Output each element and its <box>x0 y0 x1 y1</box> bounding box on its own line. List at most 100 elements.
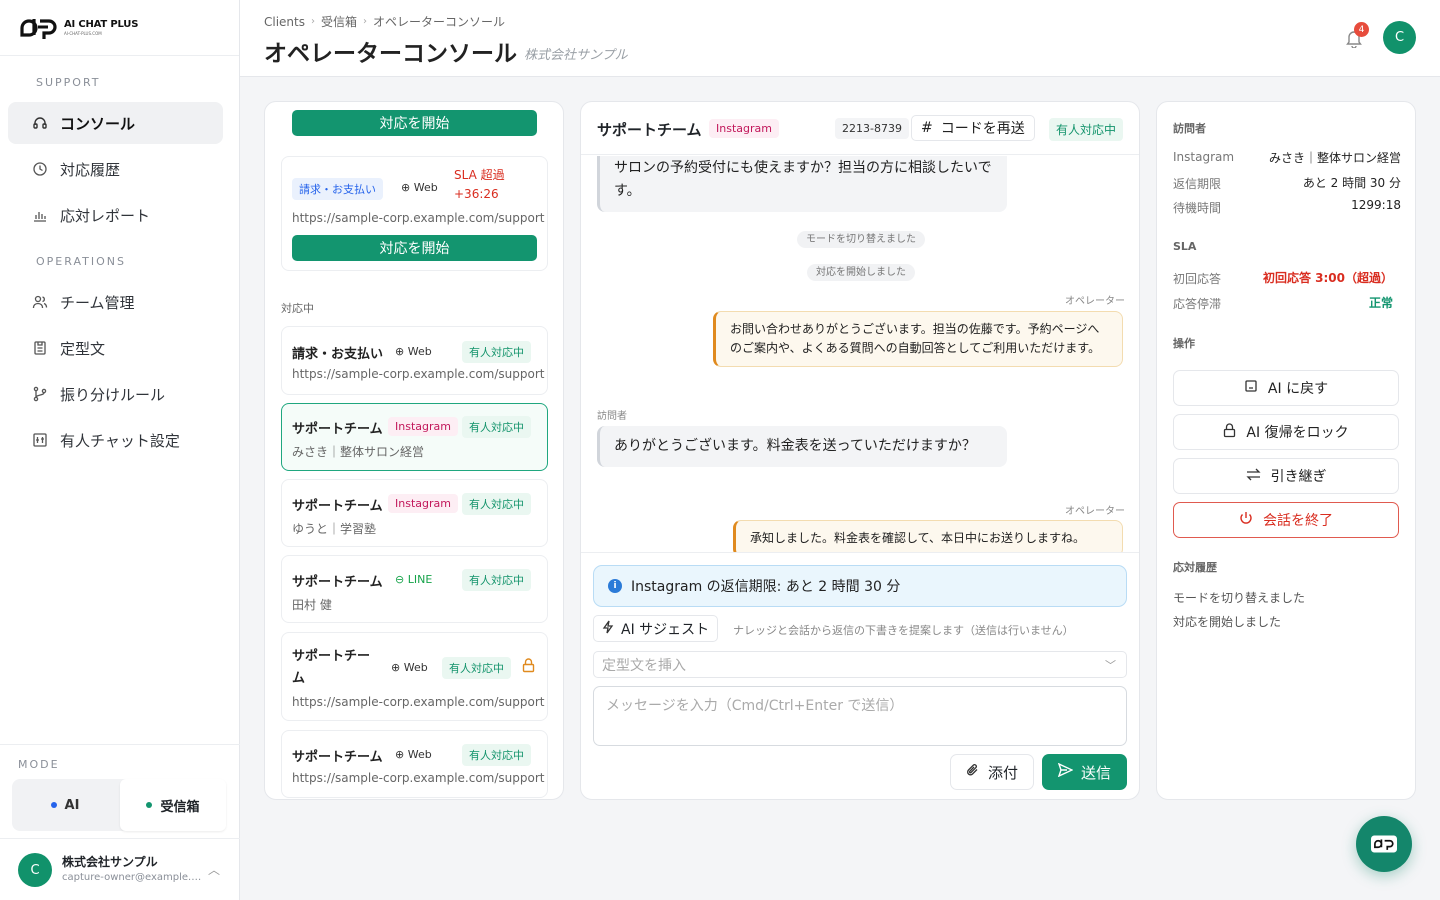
queue-card[interactable]: サポートチーム ⊕ Web 有人対応中 https://sample-corp.… <box>281 730 548 798</box>
header-avatar[interactable]: C <box>1383 21 1416 54</box>
group-label-active: 対応中 <box>281 302 314 315</box>
queue-panel: 対応を開始 請求・お支払い ⊕ Web SLA 超過 +36:26 https:/… <box>264 101 564 800</box>
end-conversation-button[interactable]: 会話を終了 <box>1173 502 1399 538</box>
hash-icon: # <box>921 120 933 136</box>
action-label: AI 復帰をロック <box>1246 425 1349 441</box>
mode-ai-button[interactable]: AI <box>12 779 118 831</box>
sidebar-item-report[interactable]: 応対レポート <box>8 194 223 236</box>
line-icon: ⊖ <box>395 573 405 586</box>
lock-icon <box>1223 422 1236 442</box>
card-title: サポートチーム <box>292 649 371 686</box>
page-subtitle: 株式会社サンプル <box>524 48 628 63</box>
handover-button[interactable]: 引き継ぎ <box>1173 458 1399 494</box>
ai-dot-icon <box>50 802 57 808</box>
card-title: 請求・お支払い <box>292 347 384 362</box>
chevron-right-icon: › <box>311 16 315 27</box>
sla-first-response: 初回応答 3:00（超過） <box>1262 271 1393 285</box>
ai-suggest-button[interactable]: AI サジェスト <box>593 615 719 642</box>
user-name: 株式会社サンプル <box>62 855 158 869</box>
send-button[interactable]: 送信 <box>1042 754 1127 790</box>
breadcrumb-item-current: オペレーターコンソール <box>373 15 506 29</box>
attach-button[interactable]: 添付 <box>950 754 1034 790</box>
channel-chip: Instagram <box>388 417 458 436</box>
status-badge: 有人対応中 <box>462 416 531 438</box>
ai-suggest-hint: ナレッジと会話から返信の下書きを提案します（送信は行いません） <box>733 624 1074 637</box>
channel-chip: ⊕ Web <box>391 661 428 674</box>
logo-mark-icon <box>1371 835 1397 853</box>
user-menu[interactable]: C 株式会社サンプル capture-owner@example.com ︿ <box>0 838 240 900</box>
section-label-support: SUPPORT <box>36 76 101 89</box>
visitor-message: サロンの予約受付にも使えますか？担当の方に相談したいです。 <box>597 156 1007 212</box>
sidebar-item-chat-settings[interactable]: 有人チャット設定 <box>8 419 223 461</box>
section-heading-history: 応対履歴 <box>1173 561 1217 574</box>
channel-chip: ⊕ Web <box>401 181 438 194</box>
chevron-right-icon: › <box>363 16 368 27</box>
system-event: モードを切り替えました <box>581 230 1139 248</box>
notification-badge: 4 <box>1354 22 1369 37</box>
queue-card[interactable]: 請求・お支払い ⊕ Web 有人対応中 https://sample-corp.… <box>281 326 548 395</box>
robot-icon <box>1244 379 1258 397</box>
user-email: capture-owner@example.com <box>62 872 202 883</box>
queue-card[interactable]: サポートチーム Instagram 有人対応中 ゆうと｜学習塾 <box>281 479 548 547</box>
queue-card-waiting[interactable]: 請求・お支払い ⊕ Web SLA 超過 +36:26 https://sampl… <box>281 156 548 271</box>
channel-chip: ⊖ LINE <box>395 573 433 586</box>
queue-card[interactable]: サポートチーム ⊕ Web 有人対応中 https://sample-corp.… <box>281 632 548 721</box>
page-header: Clients › 受信箱 › オペレーターコンソール オペレーターコンソール … <box>240 0 1440 77</box>
sidebar-item-history[interactable]: 対応履歴 <box>8 148 223 190</box>
team-icon <box>32 294 48 310</box>
info-key: 待機時間 <box>1173 201 1222 215</box>
queue-card[interactable]: サポートチーム ⊖ LINE 有人対応中 田村 健 <box>281 555 548 623</box>
card-sub: https://sample-corp.example.com/support <box>292 367 545 381</box>
chart-icon <box>32 207 48 223</box>
info-value: あと 2 時間 30 分 <box>1302 176 1401 190</box>
start-button[interactable]: 対応を開始 <box>292 110 537 136</box>
mode-label: MODE <box>18 758 60 771</box>
card-sub: ゆうと｜学習塾 <box>292 522 377 536</box>
sidebar-item-routing[interactable]: 振り分けルール <box>8 373 223 415</box>
settings-icon <box>32 432 48 448</box>
verification-number: 2213-8739 <box>835 118 909 139</box>
status-badge: 有人対応中 <box>442 657 511 679</box>
chat-widget-button[interactable] <box>1356 816 1412 872</box>
card-title: サポートチーム <box>292 499 383 514</box>
sidebar-item-label: 応対レポート <box>60 206 151 225</box>
globe-icon: ⊕ <box>395 748 405 761</box>
channel-chip: ⊕ Web <box>395 748 432 761</box>
mode-inbox-label: 受信箱 <box>160 799 200 815</box>
brand-logo[interactable]: AI CHAT PLUS AI-CHAT-PLUS.COM <box>0 0 239 56</box>
lock-ai-resume-button[interactable]: AI 復帰をロック <box>1173 414 1399 450</box>
status-badge: 有人対応中 <box>462 569 531 591</box>
power-icon <box>1239 511 1253 530</box>
sidebar-item-templates[interactable]: 定型文 <box>8 327 223 369</box>
card-sub: 田村 健 <box>292 598 332 612</box>
globe-icon: ⊕ <box>391 661 401 674</box>
status-badge: 有人対応中 <box>1049 118 1124 141</box>
breadcrumb-item-clients[interactable]: Clients <box>264 15 305 29</box>
card-sub: https://sample-corp.example.com/support <box>292 771 545 785</box>
resend-code-button[interactable]: # コードを再送 <box>911 115 1035 141</box>
history-entry: 対応を開始しました <box>1173 615 1282 629</box>
info-key: 応答停滞 <box>1173 297 1222 311</box>
sidebar-item-team[interactable]: チーム管理 <box>8 281 223 323</box>
card-title: サポートチーム <box>292 422 383 437</box>
card-url: https://sample-corp.example.com/support <box>292 211 545 225</box>
mode-inbox-button[interactable]: 受信箱 <box>120 779 226 831</box>
attach-label: 添付 <box>987 763 1018 782</box>
status-badge: 有人対応中 <box>462 744 531 766</box>
message-list[interactable]: サロンの予約受付にも使えますか？担当の方に相談したいです。 モードを切り替えまし… <box>581 156 1139 552</box>
history-entry: モードを切り替えました <box>1173 591 1306 605</box>
message-input[interactable]: メッセージを入力（Cmd/Ctrl+Enter で送信） <box>593 686 1127 746</box>
queue-card-selected[interactable]: サポートチーム Instagram 有人対応中 みさき｜整体サロン経営 <box>281 403 548 471</box>
sidebar-item-console[interactable]: コンソール <box>8 102 223 144</box>
card-sub: https://sample-corp.example.com/support <box>292 695 545 709</box>
breadcrumb-item-inbox[interactable]: 受信箱 <box>321 13 357 30</box>
template-select[interactable]: 定型文を挿入 ﹀ <box>593 651 1127 678</box>
globe-icon: ⊕ <box>395 345 405 358</box>
return-to-ai-button[interactable]: AI に戻す <box>1173 370 1399 406</box>
channel-chip: ⊕ Web <box>395 345 432 358</box>
info-key: Instagram <box>1173 150 1235 164</box>
transfer-icon <box>1245 468 1261 485</box>
card-sub: みさき｜整体サロン経営 <box>292 445 425 459</box>
start-button[interactable]: 対応を開始 <box>292 235 537 261</box>
composer: i Instagram の返信期限: あと 2 時間 30 分 AI サジェスト… <box>581 552 1139 799</box>
